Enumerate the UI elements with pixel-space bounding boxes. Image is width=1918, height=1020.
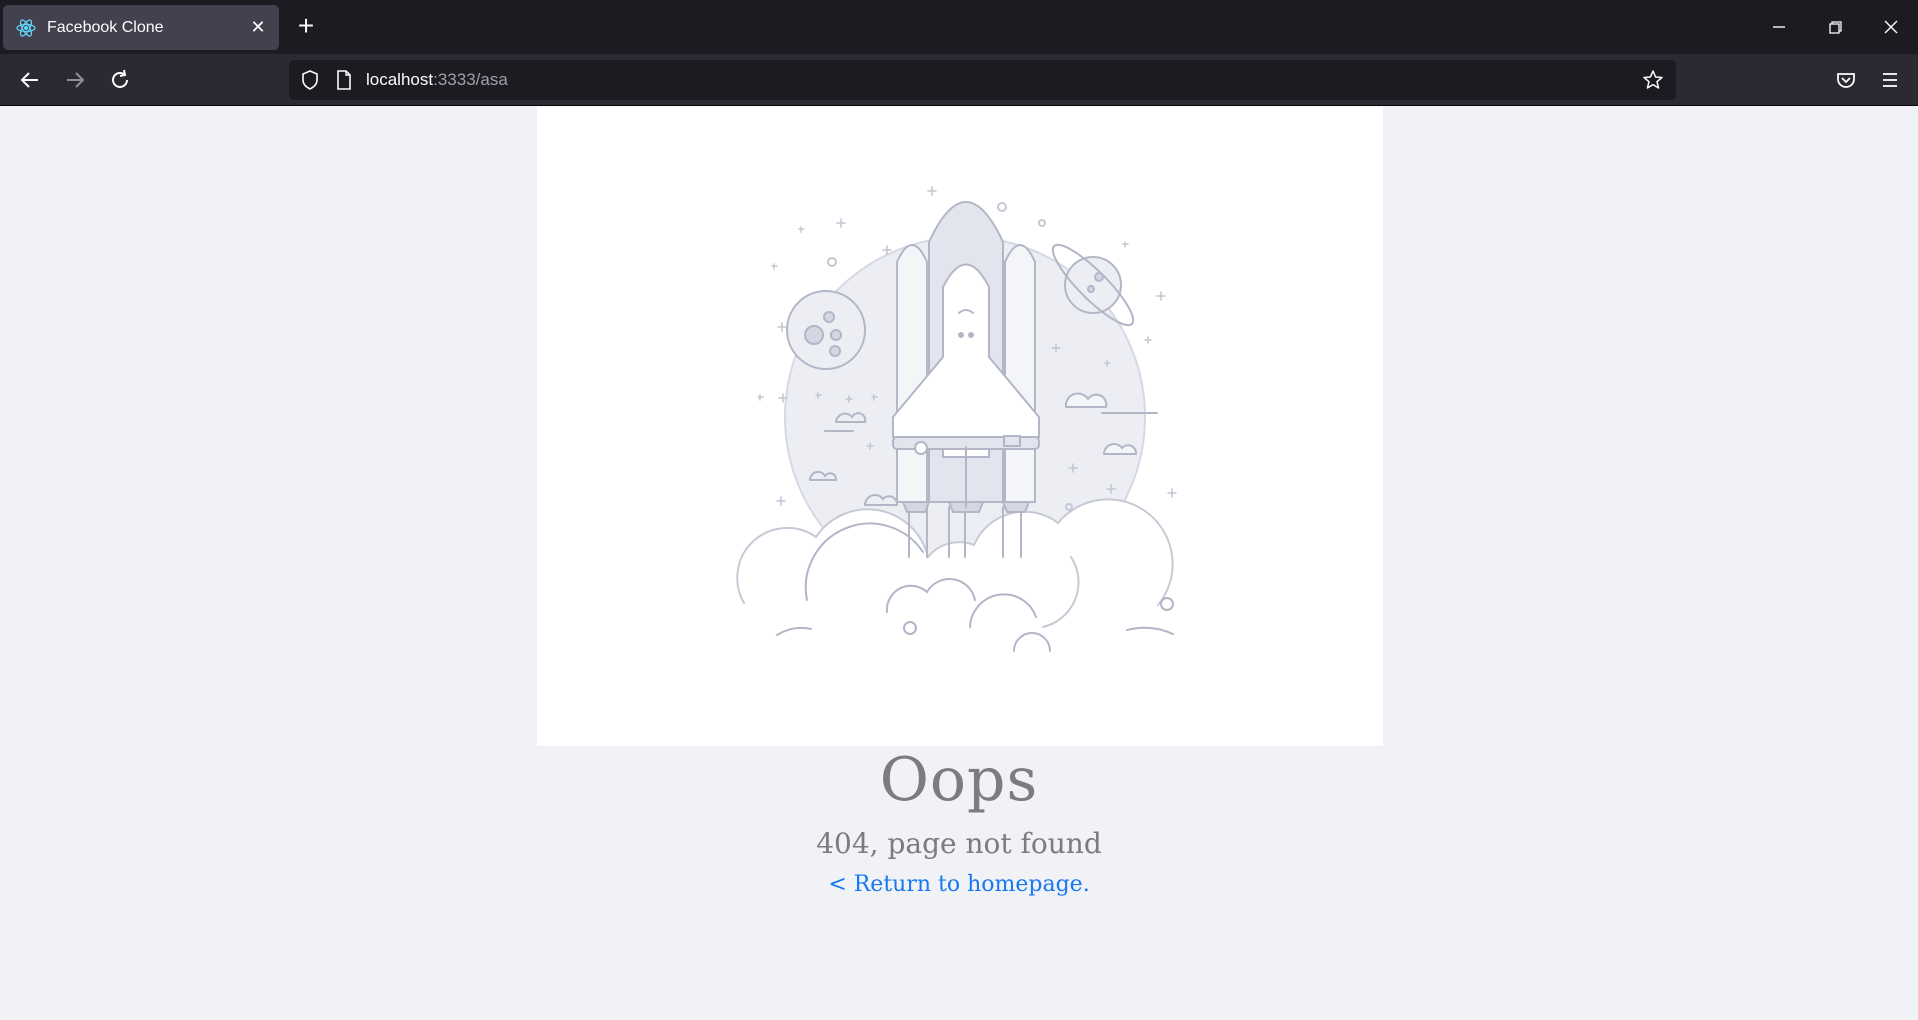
shield-icon[interactable] [299, 69, 321, 91]
react-favicon-icon [16, 18, 36, 37]
url-bar[interactable]: localhost:3333/asa [289, 60, 1676, 100]
error-message: 404, page not found [816, 827, 1102, 860]
restore-icon[interactable] [1822, 14, 1848, 40]
url-text[interactable]: localhost:3333/asa [366, 60, 508, 100]
hamburger-menu-icon[interactable] [1876, 66, 1904, 94]
forward-arrow-icon[interactable] [61, 66, 89, 94]
rocket-illustration [537, 107, 1383, 746]
tab-title: Facebook Clone [47, 18, 164, 36]
browser-tab-bar: Facebook Clone ✕ + [0, 0, 1918, 54]
page-content: Oops 404, page not found < Return to hom… [0, 107, 1918, 1020]
rocket-launch-icon [736, 186, 1177, 652]
page-icon [337, 70, 351, 90]
error-heading: Oops [879, 745, 1039, 815]
close-window-icon[interactable] [1878, 14, 1904, 40]
url-path: :3333/asa [433, 70, 508, 89]
minimize-icon[interactable] [1766, 14, 1792, 40]
close-icon[interactable]: ✕ [247, 17, 269, 38]
return-homepage-link[interactable]: < Return to homepage. [0, 872, 1918, 897]
plus-icon[interactable]: + [293, 12, 319, 40]
browser-tab[interactable]: Facebook Clone ✕ [3, 5, 279, 50]
url-host: localhost [366, 70, 434, 89]
reload-icon[interactable] [106, 66, 134, 94]
star-icon[interactable] [1642, 69, 1664, 91]
browser-nav-bar: localhost:3333/asa [0, 54, 1918, 106]
back-arrow-icon[interactable] [16, 66, 44, 94]
pocket-icon[interactable] [1832, 66, 1860, 94]
